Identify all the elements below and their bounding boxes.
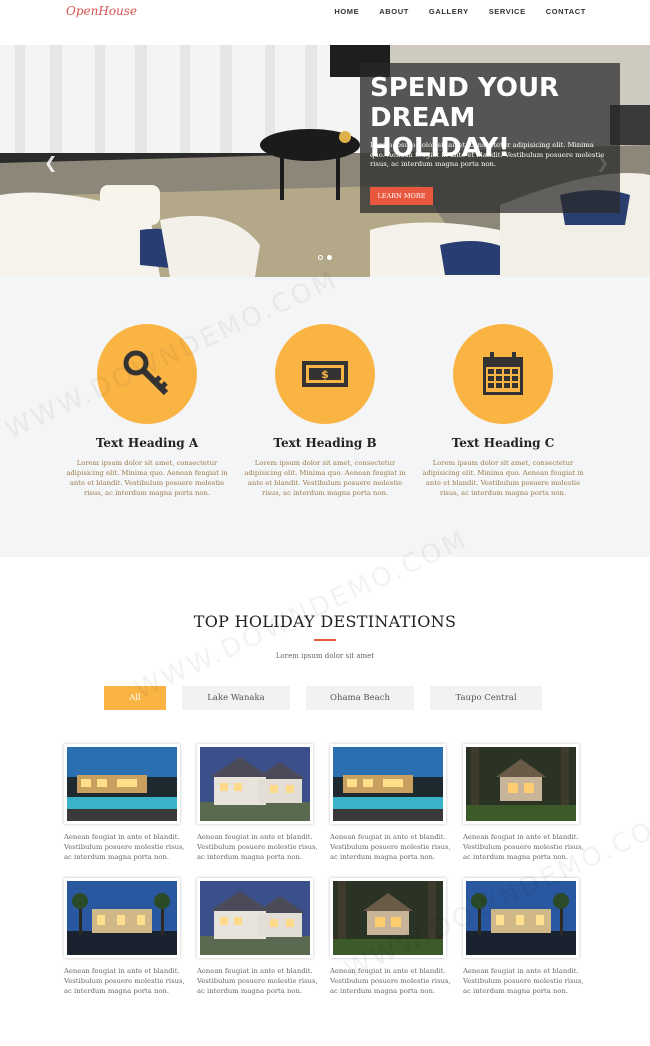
- site-logo[interactable]: OpenHouse: [66, 4, 137, 18]
- feature-c: Text Heading C Lorem ipsum dolor sit ame…: [413, 324, 593, 498]
- hero-slider: ❮ ❯ SPEND YOUR DREAM HOLIDAY! Lorem ipsu…: [0, 45, 650, 277]
- slider-dot[interactable]: [318, 255, 323, 260]
- destination-card[interactable]: Aenean feugiat in ante et blandit. Vesti…: [197, 744, 318, 862]
- forest-cabin-image: [466, 747, 576, 821]
- destination-caption: Aenean feugiat in ante et blandit. Vesti…: [64, 967, 185, 995]
- nav-item-about[interactable]: ABOUT: [379, 7, 409, 16]
- calendar-icon: [483, 352, 523, 395]
- feature-heading: Text Heading A: [95, 436, 199, 450]
- svg-text:$: $: [321, 368, 329, 381]
- house-pool-image: [67, 747, 177, 821]
- section-title: TOP HOLIDAY DESTINATIONS: [193, 612, 457, 631]
- section-subtitle: Lorem ipsum dolor sit amet: [275, 652, 375, 660]
- nav-item-home[interactable]: HOME: [334, 7, 359, 16]
- feature-heading: Text Heading B: [273, 436, 377, 450]
- destination-caption: Aenean feugiat in ante et blandit. Vesti…: [463, 967, 584, 995]
- main-menu: HOME ABOUT GALLERY SERVICE CONTACT: [334, 7, 586, 16]
- destination-thumbnail[interactable]: [330, 744, 446, 824]
- destination-card[interactable]: Aenean feugiat in ante et blandit. Vesti…: [463, 878, 584, 996]
- house-dusk-image: [200, 747, 310, 821]
- destination-card[interactable]: Aenean feugiat in ante et blandit. Vesti…: [330, 878, 451, 996]
- feature-icon-circle: [453, 324, 553, 424]
- feature-icon-circle: [97, 324, 197, 424]
- destination-card[interactable]: Aenean feugiat in ante et blandit. Vesti…: [64, 878, 185, 996]
- feature-heading: Text Heading C: [451, 436, 555, 450]
- nav-item-service[interactable]: SERVICE: [489, 7, 526, 16]
- filter-lake-wanaka[interactable]: Lake Wanaka: [182, 686, 290, 710]
- villa-palms-image: [466, 881, 576, 955]
- slider-indicators: [318, 255, 332, 260]
- chevron-left-icon[interactable]: ❮: [44, 153, 57, 172]
- destination-thumbnail[interactable]: [463, 744, 579, 824]
- top-navbar: OpenHouse HOME ABOUT GALLERY SERVICE CON…: [0, 0, 650, 24]
- villa-palms-image: [67, 881, 177, 955]
- house-dusk-image: [200, 881, 310, 955]
- house-pool-image: [333, 747, 443, 821]
- destination-caption: Aenean feugiat in ante et blandit. Vesti…: [64, 833, 185, 861]
- features-section: Text Heading A Lorem ipsum dolor sit ame…: [0, 277, 650, 557]
- destination-caption: Aenean feugiat in ante et blandit. Vesti…: [197, 833, 318, 861]
- filter-all[interactable]: All: [104, 686, 166, 710]
- destination-thumbnail[interactable]: [197, 878, 313, 958]
- destination-thumbnail[interactable]: [197, 744, 313, 824]
- destination-card[interactable]: Aenean feugiat in ante et blandit. Vesti…: [64, 744, 185, 862]
- destination-caption: Aenean feugiat in ante et blandit. Vesti…: [330, 833, 451, 861]
- destination-thumbnail[interactable]: [64, 878, 180, 958]
- destination-thumbnail[interactable]: [463, 878, 579, 958]
- destination-filters: All Lake Wanaka Ohama Beach Taupo Centra…: [104, 686, 542, 710]
- destination-card[interactable]: Aenean feugiat in ante et blandit. Vesti…: [330, 744, 451, 862]
- destination-caption: Aenean feugiat in ante et blandit. Vesti…: [330, 967, 451, 995]
- feature-text: Lorem ipsum dolor sit amet, consectetur …: [66, 459, 228, 497]
- destination-card[interactable]: Aenean feugiat in ante et blandit. Vesti…: [197, 878, 318, 996]
- money-icon: $: [302, 361, 348, 387]
- title-divider: [314, 639, 336, 641]
- destination-card[interactable]: Aenean feugiat in ante et blandit. Vesti…: [463, 744, 584, 862]
- hero-description: Lorem ipsum dolor sit amet, consectetur …: [370, 141, 605, 168]
- feature-icon-circle: $: [275, 324, 375, 424]
- destination-caption: Aenean feugiat in ante et blandit. Vesti…: [463, 833, 584, 861]
- key-icon: [123, 350, 169, 396]
- destination-caption: Aenean feugiat in ante et blandit. Vesti…: [197, 967, 318, 995]
- destination-thumbnail[interactable]: [330, 878, 446, 958]
- filter-ohama-beach[interactable]: Ohama Beach: [306, 686, 414, 710]
- feature-text: Lorem ipsum dolor sit amet, consectetur …: [422, 459, 584, 497]
- feature-text: Lorem ipsum dolor sit amet, consectetur …: [244, 459, 406, 497]
- forest-cabin-image: [333, 881, 443, 955]
- filter-taupo-central[interactable]: Taupo Central: [430, 686, 542, 710]
- learn-more-button[interactable]: LEARN MORE: [370, 187, 433, 205]
- feature-b: $ Text Heading B Lorem ipsum dolor sit a…: [235, 324, 415, 498]
- nav-item-contact[interactable]: CONTACT: [546, 7, 586, 16]
- slider-dot-active[interactable]: [327, 255, 332, 260]
- feature-a: Text Heading A Lorem ipsum dolor sit ame…: [57, 324, 237, 498]
- nav-item-gallery[interactable]: GALLERY: [429, 7, 469, 16]
- hero-caption-box: SPEND YOUR DREAM HOLIDAY! Lorem ipsum do…: [360, 63, 620, 213]
- destination-thumbnail[interactable]: [64, 744, 180, 824]
